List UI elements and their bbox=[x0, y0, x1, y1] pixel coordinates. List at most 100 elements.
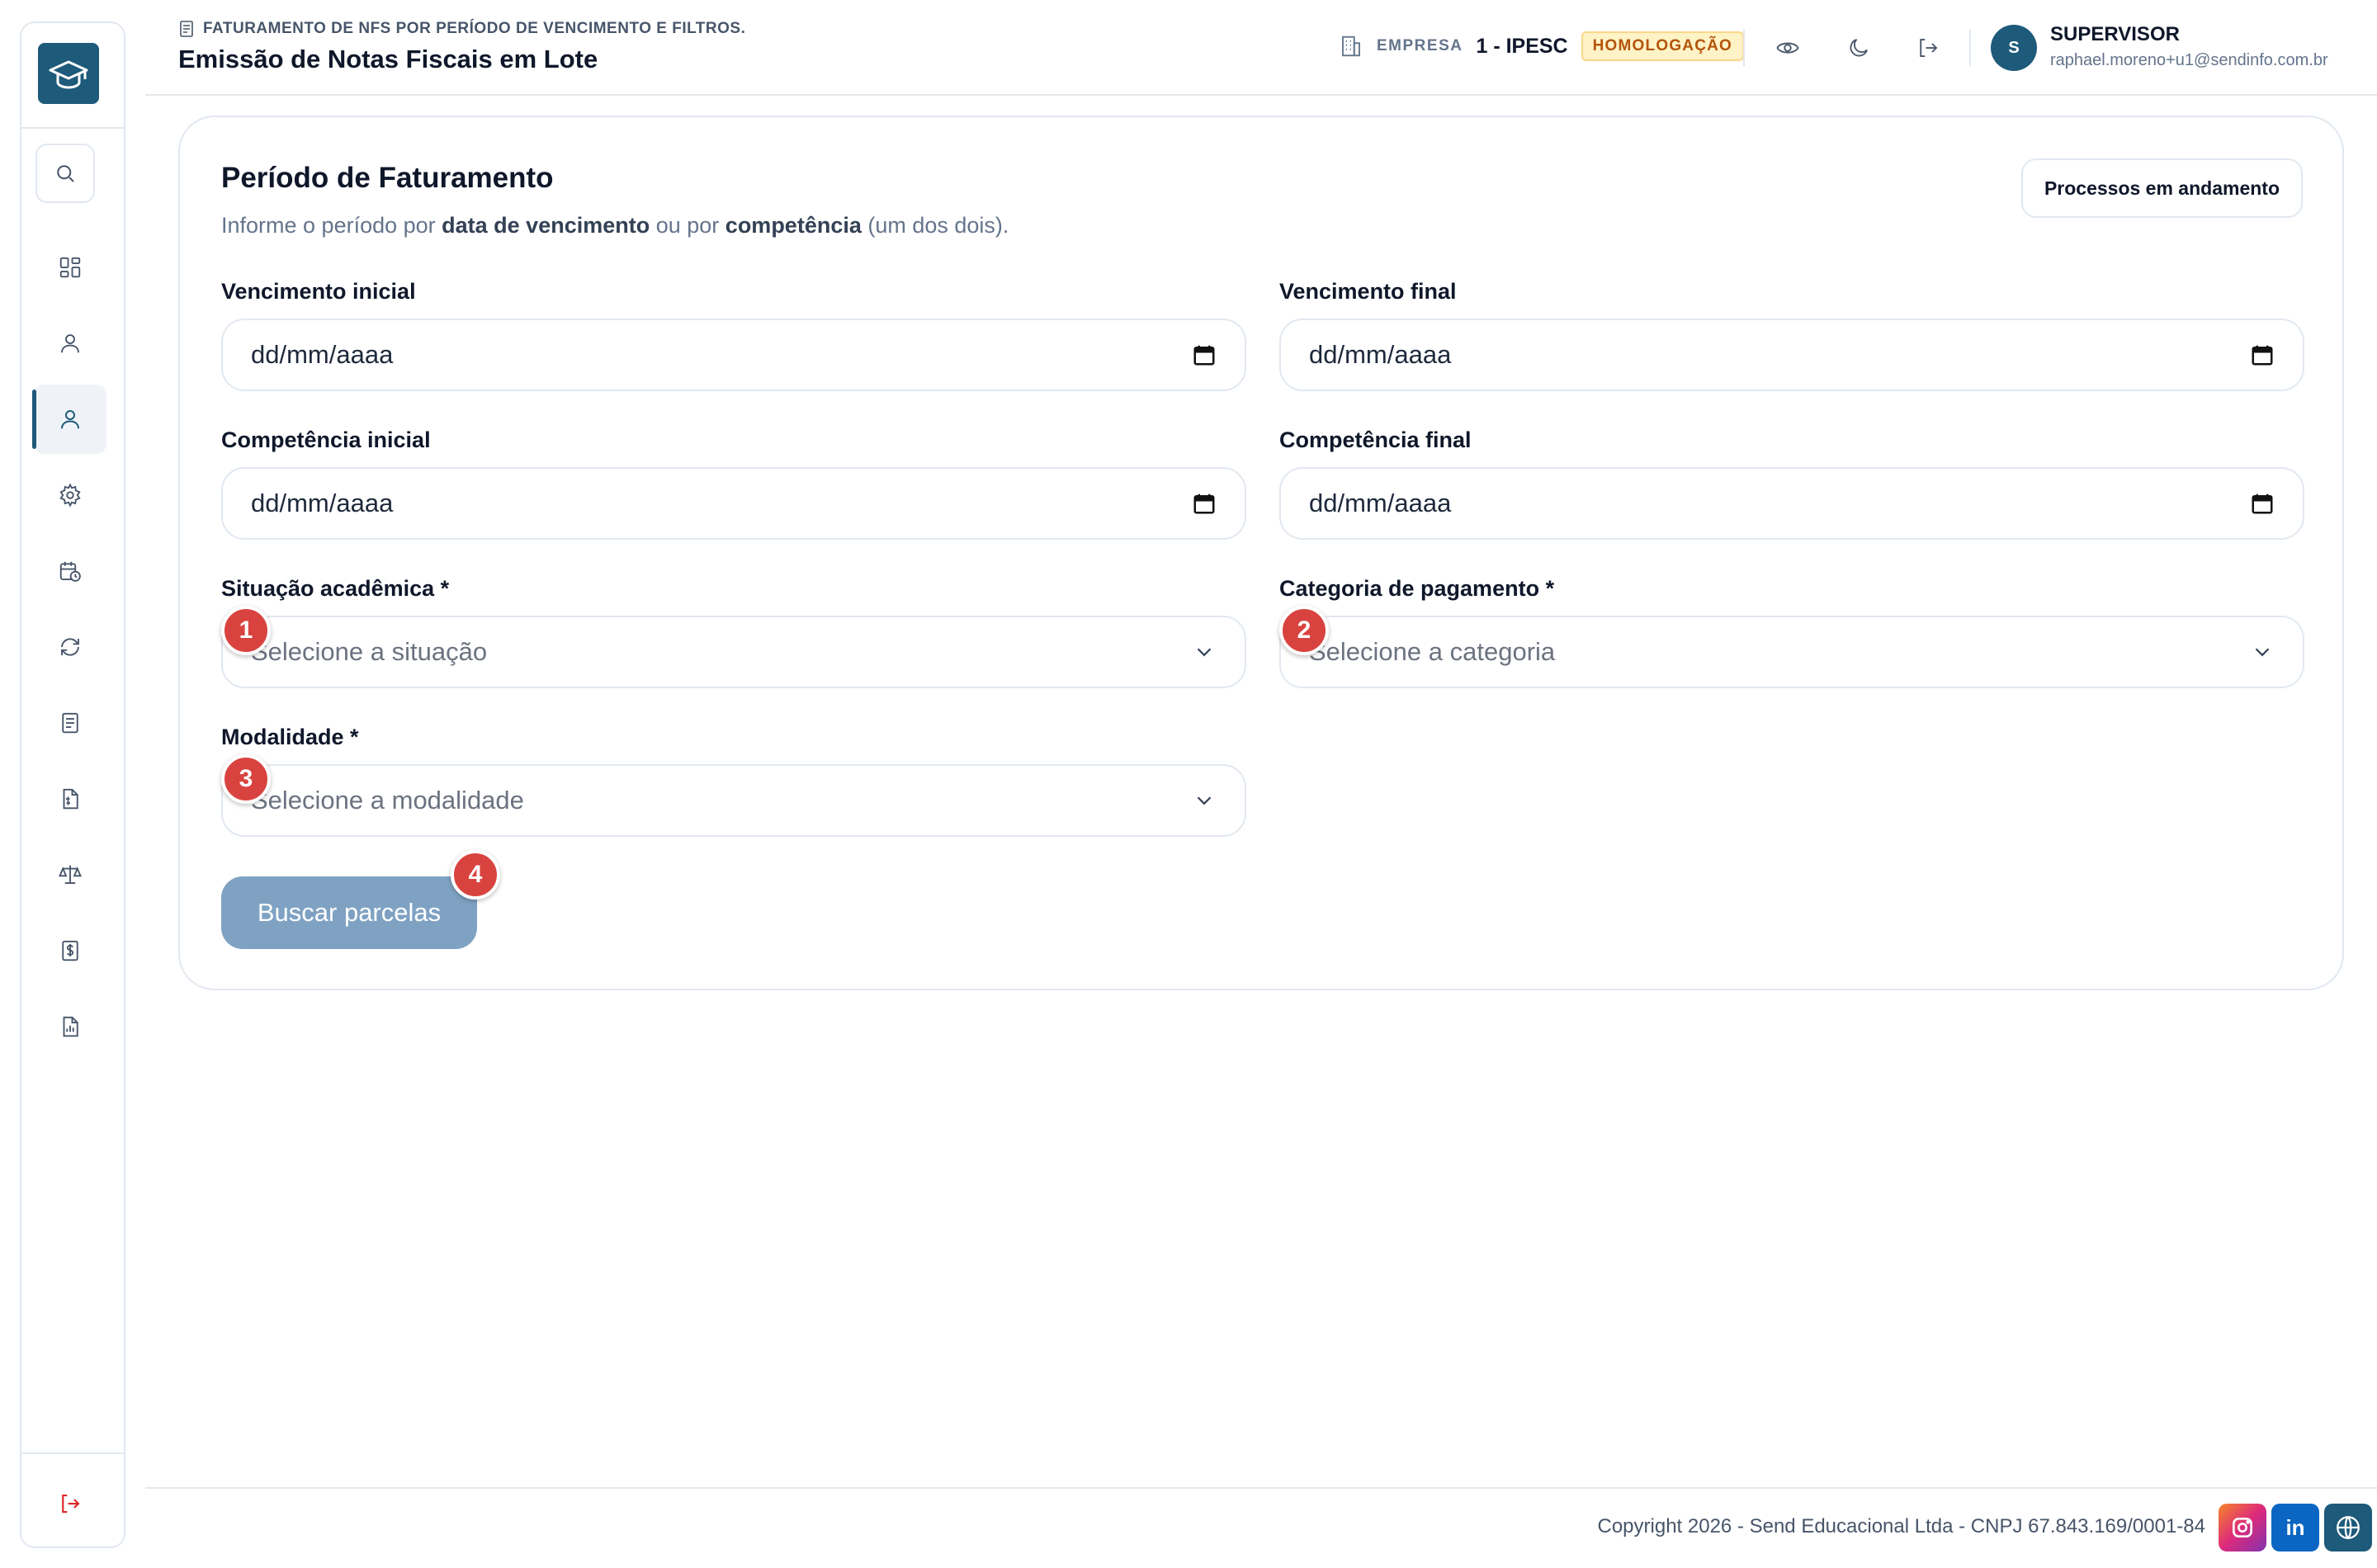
building-icon bbox=[1342, 35, 1360, 57]
user-active-icon bbox=[61, 410, 79, 429]
copyright: Copyright 2026 - Send Educacional Ltda -… bbox=[1597, 1515, 2206, 1537]
academic-status-placeholder: Selecione a situação bbox=[251, 637, 488, 666]
competence-end-date-input[interactable]: dd/mm/aaaa bbox=[1279, 467, 2304, 540]
sidebar-search-button[interactable] bbox=[35, 144, 95, 203]
sidebar-item-documents[interactable] bbox=[34, 688, 106, 758]
calendar-icon[interactable] bbox=[2250, 491, 2275, 516]
dollar-document-icon bbox=[62, 940, 78, 961]
top-header: FATURAMENTO DE NFS POR PERÍODO DE VENCIM… bbox=[145, 0, 2377, 96]
page-title: Emissão de Notas Fiscais em Lote bbox=[178, 45, 598, 73]
subtitle-bold-due-date: data de vencimento bbox=[442, 213, 650, 238]
globe-icon bbox=[2337, 1516, 2360, 1540]
header-divider bbox=[1743, 30, 1745, 66]
due-end-label: Vencimento final bbox=[1279, 279, 1457, 304]
payment-category-label: Categoria de pagamento * bbox=[1279, 576, 1555, 601]
subtitle-text: Informe o período por bbox=[221, 213, 442, 238]
due-start-label: Vencimento inicial bbox=[221, 279, 416, 304]
company-info: EMPRESA 1 - IPESC HOMOLOGAÇÃO bbox=[1339, 31, 1745, 61]
sidebar-item-invoices[interactable] bbox=[34, 764, 106, 834]
calendar-icon[interactable] bbox=[2250, 342, 2275, 367]
due-start-date-input[interactable]: dd/mm/aaaa bbox=[221, 319, 1246, 391]
sidebar bbox=[20, 21, 125, 1548]
sidebar-item-calendar[interactable] bbox=[34, 536, 106, 606]
competence-end-date-value: dd/mm/aaaa bbox=[1309, 489, 1452, 517]
billing-period-card: Período de Faturamento Informe o período… bbox=[178, 116, 2344, 990]
report-icon bbox=[63, 1016, 78, 1037]
eye-icon bbox=[1776, 42, 1799, 54]
environment-badge: HOMOLOGAÇÃO bbox=[1581, 31, 1745, 61]
breadcrumb-text: FATURAMENTO DE NFS POR PERÍODO DE VENCIM… bbox=[203, 20, 746, 37]
user-icon bbox=[61, 334, 79, 353]
modality-select[interactable]: Selecione a modalidade bbox=[221, 764, 1246, 837]
visibility-toggle-button[interactable] bbox=[1771, 31, 1804, 64]
step-marker-1: 1 bbox=[221, 606, 271, 655]
sidebar-item-dashboard[interactable] bbox=[34, 233, 106, 302]
search-icon bbox=[57, 165, 74, 182]
calendar-icon[interactable] bbox=[1192, 491, 1217, 516]
sidebar-item-user-active[interactable] bbox=[32, 385, 106, 454]
footer-divider bbox=[145, 1487, 2377, 1489]
theme-toggle-button[interactable] bbox=[1842, 31, 1875, 64]
instagram-icon bbox=[2233, 1518, 2252, 1537]
payment-category-select[interactable]: Selecione a categoria bbox=[1279, 616, 2304, 688]
sidebar-item-reports[interactable] bbox=[34, 992, 106, 1061]
logo[interactable] bbox=[38, 43, 99, 104]
search-installments-button[interactable]: Buscar parcelas bbox=[221, 876, 477, 949]
payment-category-placeholder: Selecione a categoria bbox=[1309, 637, 1556, 666]
header-logout-button[interactable] bbox=[1912, 31, 1945, 64]
gear-icon bbox=[59, 483, 81, 508]
sidebar-item-user[interactable] bbox=[34, 309, 106, 378]
document-icon bbox=[62, 712, 78, 734]
due-end-date-input[interactable]: dd/mm/aaaa bbox=[1279, 319, 2304, 391]
company-name: 1 - IPESC bbox=[1476, 34, 1568, 58]
instagram-link[interactable] bbox=[2219, 1504, 2266, 1551]
logout-icon bbox=[62, 1494, 80, 1514]
subtitle-text: (um dos dois). bbox=[861, 213, 1009, 238]
due-start-date-value: dd/mm/aaaa bbox=[251, 340, 394, 369]
sidebar-item-sync[interactable] bbox=[34, 612, 106, 682]
calendar-clock-icon bbox=[59, 561, 81, 582]
card-subtitle: Informe o período por data de vencimento… bbox=[221, 213, 1009, 239]
academic-status-label: Situação acadêmica * bbox=[221, 576, 450, 601]
sidebar-item-billing[interactable] bbox=[34, 916, 106, 985]
user-name: SUPERVISOR bbox=[2050, 23, 2180, 45]
academic-status-select[interactable]: Selecione a situação bbox=[221, 616, 1246, 688]
competence-start-date-input[interactable]: dd/mm/aaaa bbox=[221, 467, 1246, 540]
scale-icon bbox=[59, 865, 82, 884]
subtitle-text: ou por bbox=[650, 213, 725, 238]
competence-end-label: Competência final bbox=[1279, 427, 1472, 452]
user-email: raphael.moreno+u1@sendinfo.com.br bbox=[2050, 51, 2328, 69]
logout-icon bbox=[1920, 39, 1938, 57]
sidebar-divider bbox=[21, 1452, 124, 1454]
competence-start-date-value: dd/mm/aaaa bbox=[251, 489, 394, 517]
card-title: Período de Faturamento bbox=[221, 162, 554, 194]
website-link[interactable] bbox=[2324, 1504, 2372, 1551]
subtitle-bold-competence: competência bbox=[725, 213, 862, 238]
moon-icon bbox=[1850, 39, 1868, 57]
chevron-down-icon bbox=[1197, 796, 1212, 805]
step-marker-3: 3 bbox=[221, 754, 271, 804]
step-marker-4: 4 bbox=[451, 850, 500, 900]
sidebar-item-legal[interactable] bbox=[34, 840, 106, 909]
modality-placeholder: Selecione a modalidade bbox=[251, 786, 524, 815]
sidebar-divider bbox=[21, 127, 124, 129]
sidebar-item-settings[interactable] bbox=[34, 460, 106, 530]
file-invoice-icon bbox=[63, 788, 78, 810]
header-divider bbox=[1969, 30, 1971, 66]
sidebar-logout-button[interactable] bbox=[34, 1469, 106, 1538]
document-icon bbox=[180, 21, 193, 37]
processes-in-progress-button[interactable]: Processos em andamento bbox=[2020, 158, 2303, 218]
linkedin-icon: in bbox=[2285, 1514, 2305, 1540]
dashboard-icon bbox=[59, 257, 81, 278]
refresh-icon bbox=[61, 638, 79, 656]
linkedin-link[interactable]: in bbox=[2271, 1504, 2319, 1551]
graduation-cap-icon bbox=[49, 60, 88, 89]
avatar[interactable]: S bbox=[1991, 25, 2037, 71]
company-label: EMPRESA bbox=[1377, 37, 1463, 54]
calendar-icon[interactable] bbox=[1192, 342, 1217, 367]
breadcrumb: FATURAMENTO DE NFS POR PERÍODO DE VENCIM… bbox=[178, 20, 745, 38]
due-end-date-value: dd/mm/aaaa bbox=[1309, 340, 1452, 369]
modality-label: Modalidade * bbox=[221, 725, 359, 749]
competence-start-label: Competência inicial bbox=[221, 427, 431, 452]
chevron-down-icon bbox=[1197, 648, 1212, 657]
